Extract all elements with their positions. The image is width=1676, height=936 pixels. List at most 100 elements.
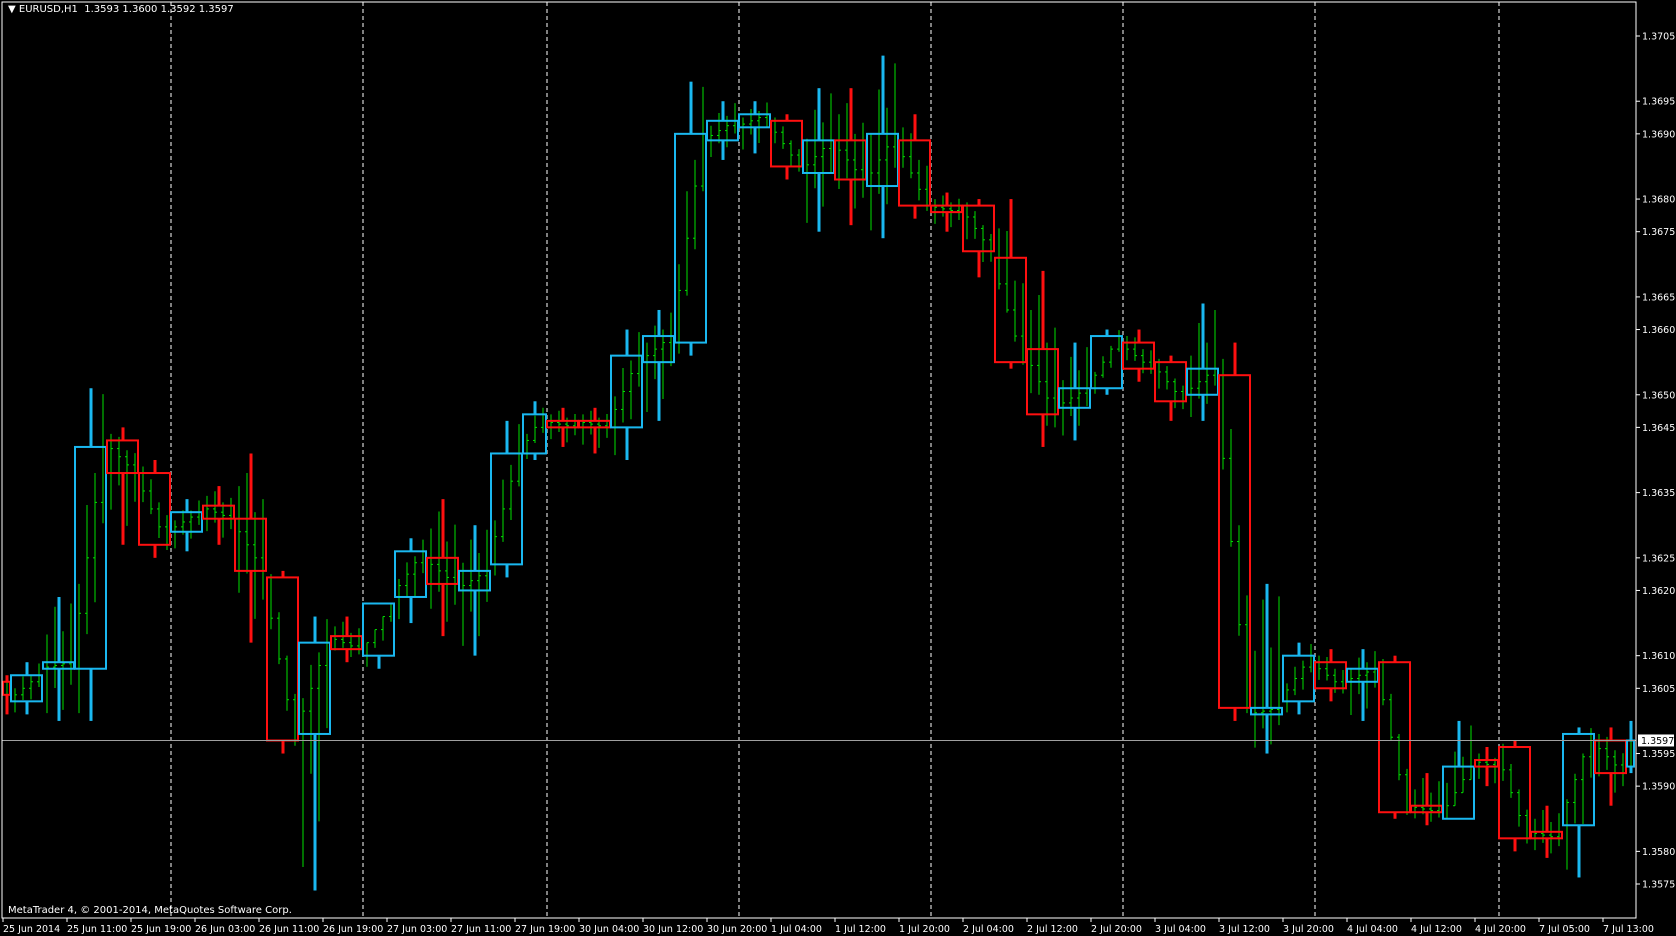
h4-bull-candle bbox=[1250, 706, 1283, 716]
x-tick-label: 4 Jul 04:00 bbox=[1347, 924, 1398, 935]
x-tick-label: 26 Jun 03:00 bbox=[195, 924, 255, 935]
h4-bull-candle bbox=[298, 641, 331, 735]
h4-bear-candle bbox=[330, 635, 363, 651]
h4-bull-candle bbox=[706, 119, 739, 142]
x-tick-label: 26 Jun 11:00 bbox=[259, 924, 319, 935]
y-tick-label: 1.3675 bbox=[1642, 227, 1675, 238]
h4-bull-candle bbox=[458, 569, 491, 592]
time-axis[interactable]: 25 Jun 2014 25 Jun 11:00 25 Jun 19:00 26 Ju… bbox=[2, 918, 1654, 935]
h4-bear-candle bbox=[1378, 661, 1411, 814]
y-tick-label: 1.3705 bbox=[1642, 32, 1675, 43]
h4-bear-candle bbox=[930, 204, 963, 214]
y-tick-label: 1.3620 bbox=[1642, 586, 1675, 597]
h4-bull-candle bbox=[802, 139, 835, 174]
h4-bear-candle bbox=[770, 119, 803, 168]
h4-bull-candle bbox=[1090, 335, 1123, 390]
copyright-text: MetaTrader 4, © 2001-2014, MetaQuotes So… bbox=[8, 905, 292, 916]
y-tick-label: 1.3575 bbox=[1642, 879, 1675, 890]
h4-bear-candle bbox=[546, 419, 579, 429]
h4-bear-candle bbox=[1530, 830, 1563, 840]
y-tick-label: 1.3590 bbox=[1642, 782, 1675, 793]
h4-bull-candle bbox=[866, 132, 899, 188]
h4-bear-candle bbox=[1410, 804, 1443, 814]
h4-bull-candle bbox=[42, 661, 75, 670]
x-tick-label: 3 Jul 20:00 bbox=[1283, 924, 1334, 935]
x-tick-label: 26 Jun 19:00 bbox=[323, 924, 383, 935]
h4-bear-candle bbox=[138, 472, 171, 546]
h4-candles bbox=[2, 55, 1635, 891]
h4-bull-candle bbox=[1346, 667, 1379, 683]
price-chart[interactable]: 1.3705 1.3695 1.3690 1.3680 1.3675 1.3665 1.36… bbox=[0, 0, 1676, 936]
h4-bear-candle bbox=[834, 139, 867, 181]
y-tick-label: 1.3635 bbox=[1642, 488, 1675, 499]
x-tick-label: 2 Jul 12:00 bbox=[1027, 924, 1078, 935]
h4-bear-candle bbox=[1154, 361, 1187, 403]
y-tick-label: 1.3665 bbox=[1642, 292, 1675, 303]
h4-bull-candle bbox=[490, 452, 523, 566]
h4-bear-candle bbox=[1122, 341, 1155, 370]
h4-bull-candle bbox=[1562, 732, 1595, 827]
h4-bull-candle bbox=[394, 550, 427, 598]
h4-bear-candle bbox=[266, 576, 299, 742]
h4-bull-candle bbox=[10, 674, 43, 703]
x-tick-label: 3 Jul 12:00 bbox=[1219, 924, 1270, 935]
current-price-label: 1.3597 bbox=[1641, 736, 1674, 747]
chart-header: ▼ EURUSD,H1 1.3593 1.3600 1.3592 1.3597 bbox=[8, 4, 234, 15]
price-axis[interactable]: 1.3705 1.3695 1.3690 1.3680 1.3675 1.3665 1.36… bbox=[1636, 32, 1675, 891]
y-tick-label: 1.3625 bbox=[1642, 553, 1675, 564]
y-tick-label: 1.3580 bbox=[1642, 847, 1675, 858]
x-tick-label: 2 Jul 20:00 bbox=[1091, 924, 1142, 935]
x-tick-label: 1 Jul 20:00 bbox=[899, 924, 950, 935]
h4-bull-candle bbox=[1282, 654, 1315, 703]
h4-bull-candle bbox=[170, 511, 203, 533]
h4-bull-candle bbox=[674, 132, 707, 344]
h4-bull-candle bbox=[1058, 387, 1091, 409]
y-tick-label: 1.3650 bbox=[1642, 390, 1675, 401]
h4-bear-candle bbox=[1594, 739, 1627, 775]
h4-bear-candle bbox=[426, 556, 459, 585]
y-tick-label: 1.3610 bbox=[1642, 651, 1675, 662]
h4-bear-candle bbox=[1314, 661, 1347, 690]
h4-bull-candle bbox=[1186, 367, 1219, 396]
x-tick-label: 7 Jul 13:00 bbox=[1603, 924, 1654, 935]
x-tick-label: 2 Jul 04:00 bbox=[963, 924, 1014, 935]
x-tick-label: 4 Jul 12:00 bbox=[1411, 924, 1462, 935]
x-tick-label: 30 Jun 12:00 bbox=[643, 924, 703, 935]
x-tick-label: 25 Jun 19:00 bbox=[131, 924, 191, 935]
h4-bear-candle bbox=[1498, 746, 1531, 840]
x-tick-label: 7 Jul 05:00 bbox=[1539, 924, 1590, 935]
h4-bull-candle bbox=[642, 335, 675, 364]
y-tick-label: 1.3595 bbox=[1642, 749, 1675, 760]
x-tick-label: 30 Jun 20:00 bbox=[707, 924, 767, 935]
h4-bull-candle bbox=[1442, 765, 1475, 820]
h4-bull-candle bbox=[362, 602, 395, 657]
h4-bear-candle bbox=[1026, 348, 1059, 416]
h4-bull-candle bbox=[738, 113, 771, 129]
h4-bear-candle bbox=[202, 504, 235, 520]
h4-bear-candle bbox=[994, 256, 1027, 364]
x-tick-label: 27 Jun 03:00 bbox=[387, 924, 447, 935]
y-tick-label: 1.3645 bbox=[1642, 423, 1675, 434]
x-tick-label: 4 Jul 20:00 bbox=[1475, 924, 1526, 935]
h4-bear-candle bbox=[962, 204, 995, 253]
h4-bull-candle bbox=[610, 354, 643, 429]
current-price-tag: 1.3597 bbox=[1638, 734, 1674, 747]
h4-bear-candle bbox=[1218, 374, 1251, 709]
y-tick-label: 1.3680 bbox=[1642, 195, 1675, 206]
x-tick-label: 27 Jun 19:00 bbox=[515, 924, 575, 935]
h4-bear-candle bbox=[578, 419, 611, 429]
y-tick-label: 1.3690 bbox=[1642, 129, 1675, 140]
symbol-label: EURUSD,H1 bbox=[18, 4, 78, 15]
ohlc-readout: 1.3593 1.3600 1.3592 1.3597 bbox=[84, 4, 234, 15]
x-tick-label: 30 Jun 04:00 bbox=[579, 924, 639, 935]
h4-bear-candle bbox=[898, 139, 931, 207]
x-tick-label: 1 Jul 12:00 bbox=[835, 924, 886, 935]
x-tick-label: 3 Jul 04:00 bbox=[1155, 924, 1206, 935]
y-tick-label: 1.3660 bbox=[1642, 325, 1675, 336]
h4-bear-candle bbox=[106, 439, 139, 475]
x-tick-label: 27 Jun 11:00 bbox=[451, 924, 511, 935]
h4-bull-candle bbox=[74, 445, 107, 670]
dropdown-triangle-icon[interactable]: ▼ bbox=[8, 4, 19, 15]
x-tick-label: 1 Jul 04:00 bbox=[771, 924, 822, 935]
x-tick-label: 25 Jun 2014 bbox=[3, 924, 60, 935]
